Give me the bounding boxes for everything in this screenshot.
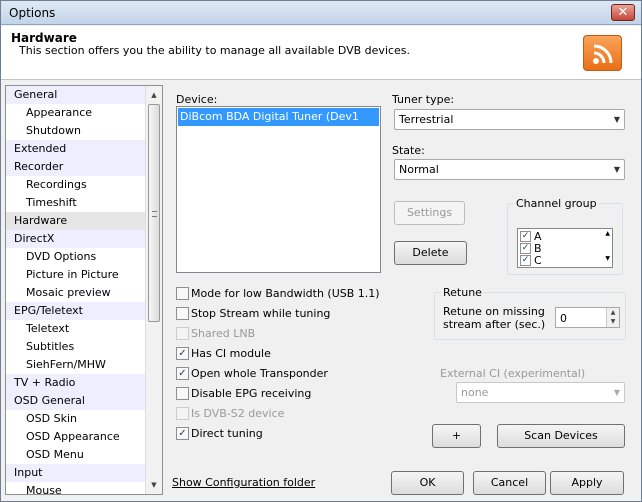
state-select[interactable]: Normal ▼ [394,159,625,180]
nav-item-osd-skin[interactable]: OSD Skin [6,410,145,428]
state-value: Normal [399,163,439,176]
channel-a-checkbox[interactable]: ✓ [520,231,531,242]
nav-item-mouse[interactable]: Mouse [6,482,145,494]
channel-group-label: Channel group [514,197,599,210]
nav-item-shutdown[interactable]: Shutdown [6,122,145,140]
section-title: Hardware [11,31,77,45]
direct-tuning-checkbox[interactable]: ✓ [176,427,189,440]
dvb-s2-label: Is DVB-S2 device [191,407,285,420]
nav-item-extended[interactable]: Extended [6,140,145,158]
has-ci-module-checkbox[interactable]: ✓ [176,347,189,360]
nav-item-recorder[interactable]: Recorder [6,158,145,176]
window-title: Options [9,6,56,20]
section-header: Hardware This section offers you the abi… [1,26,641,80]
low-bandwidth-checkbox[interactable] [176,287,189,300]
section-subtitle: This section offers you the ability to m… [19,44,411,57]
disable-epg-label: Disable EPG receiving [191,387,312,400]
device-list[interactable]: DiBcom BDA Digital Tuner (Dev1 Path0) [176,106,381,273]
cancel-button[interactable]: Cancel [473,471,546,495]
open-transponder-checkbox[interactable]: ✓ [176,367,189,380]
dvb-s2-checkbox [176,407,189,420]
add-button[interactable]: + [432,424,481,448]
tuner-type-label: Tuner type: [392,93,455,106]
retune-description-line1: Retune on missing [443,305,545,318]
external-ci-value: none [461,386,489,399]
nav-item-recordings[interactable]: Recordings [6,176,145,194]
state-label: State: [392,144,425,157]
nav-item-picture-in-picture[interactable]: Picture in Picture [6,266,145,284]
navigation-scrollbar[interactable]: ▲ ▼ [145,86,162,494]
show-configuration-folder-link[interactable]: Show Configuration folder [172,476,315,489]
nav-item-directx[interactable]: DirectX [6,230,145,248]
nav-item-appearance[interactable]: Appearance [6,104,145,122]
close-button[interactable]: ✕ [611,4,635,21]
spinner-up-icon[interactable]: ▲ [607,308,619,317]
nav-item-siehfern-mhw[interactable]: SiehFern/MHW [6,356,145,374]
options-window: Options ✕ Hardware This section offers y… [0,0,642,502]
rss-icon [583,35,622,71]
channel-c-checkbox[interactable]: ✓ [520,255,531,266]
tuner-type-value: Terrestrial [399,113,454,126]
nav-item-mosaic-preview[interactable]: Mosaic preview [6,284,145,302]
spinner-down-icon[interactable]: ▼ [607,317,619,326]
nav-item-teletext[interactable]: Teletext [6,320,145,338]
stop-stream-label: Stop Stream while tuning [191,307,331,320]
spinner-buttons[interactable]: ▲ ▼ [606,308,619,327]
retune-seconds-spinner[interactable]: 0 ▲ ▼ [555,307,620,328]
nav-item-tv-radio[interactable]: TV + Radio [6,374,145,392]
settings-button[interactable]: Settings [394,201,465,225]
tuner-type-select[interactable]: Terrestrial ▼ [394,109,625,130]
channel-group-list[interactable]: ✓ A ✓ B ✓ C ▲ ▼ [517,228,613,268]
nav-item-osd-menu[interactable]: OSD Menu [6,446,145,464]
delete-button[interactable]: Delete [394,241,467,265]
options-navigation: General Appearance Shutdown Extended Rec… [5,85,163,495]
device-list-item[interactable]: DiBcom BDA Digital Tuner (Dev1 Path0) [178,108,379,141]
retune-seconds-value: 0 [560,312,567,325]
scrollbar-thumb[interactable] [148,104,160,322]
nav-item-general[interactable]: General [6,86,145,104]
direct-tuning-label: Direct tuning [191,427,263,440]
chevron-down-icon: ▼ [613,115,620,124]
grip-icon [152,211,157,217]
external-ci-label: External CI (experimental) [440,367,586,380]
nav-item-epg-teletext[interactable]: EPG/Teletext [6,302,145,320]
hardware-settings-panel: Device: DiBcom BDA Digital Tuner (Dev1 P… [163,85,635,495]
disable-epg-checkbox[interactable] [176,387,189,400]
has-ci-module-label: Has CI module [191,347,271,360]
low-bandwidth-label: Mode for low Bandwidth (USB 1.1) [191,287,380,300]
scroll-down-arrow-icon[interactable]: ▼ [148,479,160,491]
chevron-down-icon: ▼ [613,388,620,397]
channel-c-label: C [534,254,542,267]
retune-description-line2: stream after (sec.) [443,318,546,331]
nav-item-osd-general[interactable]: OSD General [6,392,145,410]
scroll-up-arrow-icon[interactable]: ▲ [148,89,160,101]
shared-lnb-label: Shared LNB [191,327,256,340]
nav-item-subtitles[interactable]: Subtitles [6,338,145,356]
scan-devices-button[interactable]: Scan Devices [497,424,625,448]
retune-label: Retune [441,286,484,299]
nav-item-input[interactable]: Input [6,464,145,482]
list-scroll-down-icon[interactable]: ▼ [605,255,610,262]
chevron-down-icon: ▼ [613,165,620,174]
title-bar: Options ✕ [1,1,641,25]
open-transponder-label: Open whole Transponder [191,367,328,380]
list-scroll-up-icon[interactable]: ▲ [605,230,610,237]
apply-button[interactable]: Apply [550,471,624,495]
external-ci-select: none ▼ [456,382,625,403]
shared-lnb-checkbox [176,327,189,340]
device-label: Device: [176,93,218,106]
channel-group-box: Channel group ✓ A ✓ B ✓ C ▲ ▼ [507,197,623,275]
nav-item-hardware[interactable]: Hardware [6,212,145,230]
nav-item-osd-appearance[interactable]: OSD Appearance [6,428,145,446]
nav-item-timeshift[interactable]: Timeshift [6,194,145,212]
nav-item-dvd-options[interactable]: DVD Options [6,248,145,266]
ok-button[interactable]: OK [391,471,464,495]
stop-stream-checkbox[interactable] [176,307,189,320]
channel-b-checkbox[interactable]: ✓ [520,243,531,254]
